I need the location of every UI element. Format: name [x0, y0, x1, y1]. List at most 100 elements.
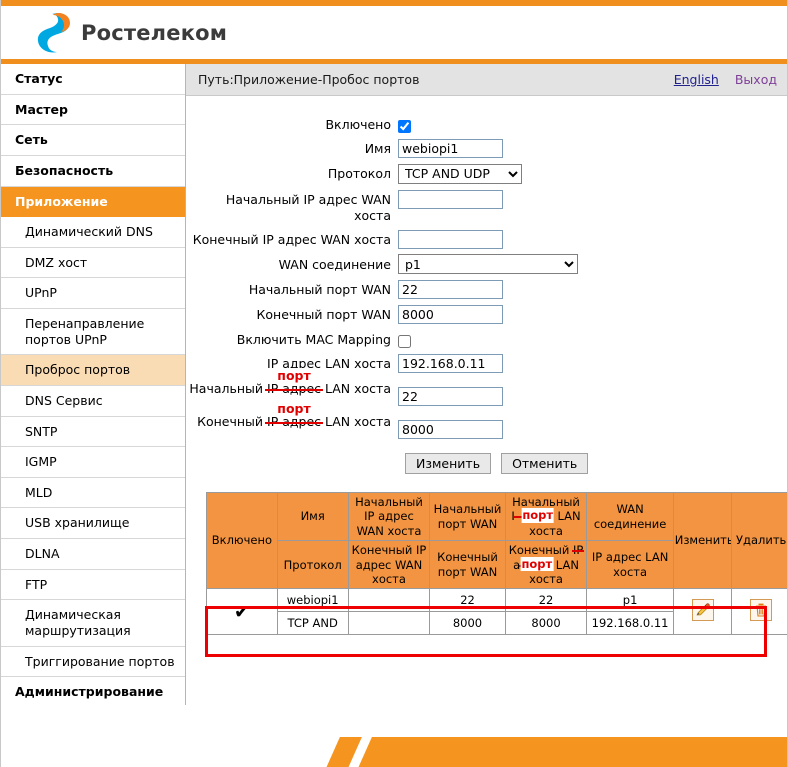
- wan-connection-label: WAN соединение: [278, 256, 391, 272]
- sidebar-item-igmp[interactable]: IGMP: [1, 447, 185, 478]
- logout-link[interactable]: Выход: [735, 72, 777, 87]
- sidebar-item-application[interactable]: Приложение: [1, 186, 185, 218]
- sidebar-item-upnp[interactable]: UPnP: [1, 278, 185, 309]
- header-links: English Выход: [674, 72, 777, 87]
- sidebar-item-upnp-port-forwarding[interactable]: Перенаправление портов UPnP: [1, 309, 185, 356]
- lan-end-annotated-line: а с LAN порт: [513, 556, 579, 572]
- port-forwarding-form: Включено Имя Протокол TCP AND UDP: [186, 96, 787, 474]
- lan-start-line1: Начальный: [512, 495, 580, 509]
- sidebar-item-dmz-host[interactable]: DMZ хост: [1, 248, 185, 279]
- wan-connection-select[interactable]: p1: [398, 254, 578, 274]
- table-row[interactable]: ✔ webiopi1 22 22 p1: [206, 588, 787, 636]
- breadcrumb: Путь:Приложение-Пробос портов: [198, 72, 420, 87]
- cell-wan-end-ip: [347, 611, 431, 636]
- lan-end-port-input[interactable]: [398, 420, 503, 439]
- sidebar-item-sntp[interactable]: SNTP: [1, 417, 185, 448]
- lan-ip-line2: хоста: [613, 564, 648, 579]
- cell-delete-action[interactable]: [731, 588, 787, 636]
- sidebar-item-mld[interactable]: MLD: [1, 478, 185, 509]
- col-header-delete: Удалить: [731, 491, 787, 590]
- cell-enabled-check: ✔: [206, 588, 278, 636]
- mac-mapping-checkbox[interactable]: [398, 334, 411, 348]
- cell-wan-connection: p1: [586, 588, 674, 613]
- footer-stripe-large: [354, 737, 787, 767]
- name-input[interactable]: [398, 139, 503, 158]
- wan-conn-line1: WAN: [616, 502, 644, 517]
- sidebar-item-security[interactable]: Безопасность: [1, 156, 185, 187]
- brand-header: Ростелеком: [1, 6, 787, 59]
- lan-ip-line1: IP адрес LAN: [591, 550, 669, 565]
- col-header-wan-start-ip: Начальный IP адрес WAN хоста: [347, 491, 431, 542]
- enabled-checkbox[interactable]: [398, 119, 411, 133]
- breadcrumb-bar: Путь:Приложение-Пробос портов English Вы…: [186, 64, 787, 96]
- sidebar-item-ftp[interactable]: FTP: [1, 570, 185, 601]
- trash-delete-icon[interactable]: [750, 599, 773, 622]
- sidebar-item-administration[interactable]: Администрирование: [1, 677, 185, 708]
- wan-end-ip-line3: хоста: [372, 571, 406, 586]
- main-panel: Путь:Приложение-Пробос портов English Вы…: [186, 64, 787, 657]
- sidebar-item-dynamic-routing[interactable]: Динамическая маршрутизация: [1, 600, 185, 647]
- enabled-label: Включено: [325, 117, 391, 132]
- lan-end-port-label: Конечный IP адрес порт LAN хоста: [186, 401, 398, 430]
- rules-table-wrap: Включено Имя Начальный IP адрес WAN хост…: [205, 491, 787, 657]
- wan-start-port-input[interactable]: [398, 280, 503, 299]
- sidebar-item-dns-service[interactable]: DNS Сервис: [1, 386, 185, 417]
- sidebar-item-port-forwarding[interactable]: Проброс портов: [1, 355, 185, 386]
- field-row-wan-end-ip: Конечный IP адрес WAN хоста: [186, 229, 787, 249]
- col-header-wan-end-port: Конечный порт WAN: [429, 540, 506, 590]
- wan-end-port-input[interactable]: [398, 305, 503, 324]
- lan-end-label-prefix: Конечный: [197, 414, 264, 429]
- wan-start-ip-input[interactable]: [398, 189, 503, 209]
- rostelecom-ear-logo-icon: [33, 11, 73, 55]
- col-header-lan-ip: IP адрес LAN хоста: [586, 540, 674, 590]
- wan-end-ip-input[interactable]: [398, 229, 503, 249]
- col-header-edit: Изменить: [672, 491, 733, 590]
- lan-start-line3: хоста: [529, 523, 563, 538]
- field-row-wan-start-ip: Начальный IP адрес WAN хоста: [186, 189, 787, 224]
- pencil-edit-icon[interactable]: [691, 599, 714, 622]
- sidebar-item-port-triggering[interactable]: Триггирование портов: [1, 647, 185, 678]
- wan-end-port-line1: Конечный: [437, 550, 498, 565]
- field-row-name: Имя: [186, 138, 787, 158]
- sidebar-item-dlna[interactable]: DLNA: [1, 539, 185, 570]
- lan-start-annotation-group: IP адрес порт: [267, 368, 321, 397]
- cell-wan-start-port: 22: [429, 588, 506, 613]
- content-area: Статус Мастер Сеть Безопасность Приложен…: [1, 64, 787, 711]
- wan-start-port-label: Начальный порт WAN: [248, 282, 391, 297]
- sidebar-item-wizard[interactable]: Мастер: [1, 95, 185, 126]
- col-header-wan-connection: WAN соединение: [586, 491, 674, 542]
- wan-conn-line2: соединение: [593, 516, 667, 531]
- cell-edit-action[interactable]: [672, 588, 733, 636]
- name-label: Имя: [364, 141, 391, 156]
- lan-end-struck-ip: IP: [573, 543, 584, 558]
- lan-start-port-input[interactable]: [398, 387, 503, 406]
- language-english-link[interactable]: English: [674, 72, 719, 87]
- col-header-lan-end-port: Конечный IP а с LAN порт хоста: [504, 540, 588, 590]
- cancel-button[interactable]: Отменить: [501, 453, 589, 474]
- col-header-protocol: Протокол: [276, 540, 349, 590]
- cell-lan-start-port: 22: [504, 588, 588, 613]
- wan-start-port-line2: порт WAN: [437, 516, 498, 531]
- lan-end-label-suffix: LAN хоста: [325, 414, 391, 429]
- sidebar-item-network[interactable]: Сеть: [1, 125, 185, 156]
- field-row-lan-end-port: Конечный IP адрес порт LAN хоста: [186, 401, 787, 439]
- lan-ip-input[interactable]: [398, 354, 503, 373]
- cell-lan-ip: 192.168.0.11: [586, 611, 674, 636]
- field-row-wan-end-port: Конечный порт WAN: [186, 304, 787, 324]
- cell-name: webiopi1: [276, 588, 349, 613]
- col-header-enabled: Включено: [206, 491, 278, 590]
- apply-button[interactable]: Изменить: [405, 453, 492, 474]
- protocol-select[interactable]: TCP AND UDP: [398, 163, 522, 184]
- form-buttons: Изменить Отменить: [405, 453, 787, 474]
- col-header-wan-start-port: Начальный порт WAN: [429, 491, 506, 542]
- port-forwarding-rules-table: Включено Имя Начальный IP адрес WAN хост…: [206, 491, 787, 636]
- lan-end-line3: хоста: [529, 571, 563, 586]
- lan-start-port-label: Начальный IP адрес порт LAN хоста: [186, 368, 398, 397]
- col-header-lan-start-port: Начальный I ес LAN порт хоста: [504, 491, 588, 542]
- wan-end-port-label: Конечный порт WAN: [256, 307, 392, 322]
- sidebar-item-usb-storage[interactable]: USB хранилище: [1, 508, 185, 539]
- sidebar-item-status[interactable]: Статус: [1, 64, 185, 95]
- sidebar-item-dynamic-dns[interactable]: Динамический DNS: [1, 217, 185, 248]
- wan-start-ip-label: Начальный IP адрес WAN хоста: [225, 191, 391, 223]
- brand-name: Ростелеком: [81, 20, 228, 45]
